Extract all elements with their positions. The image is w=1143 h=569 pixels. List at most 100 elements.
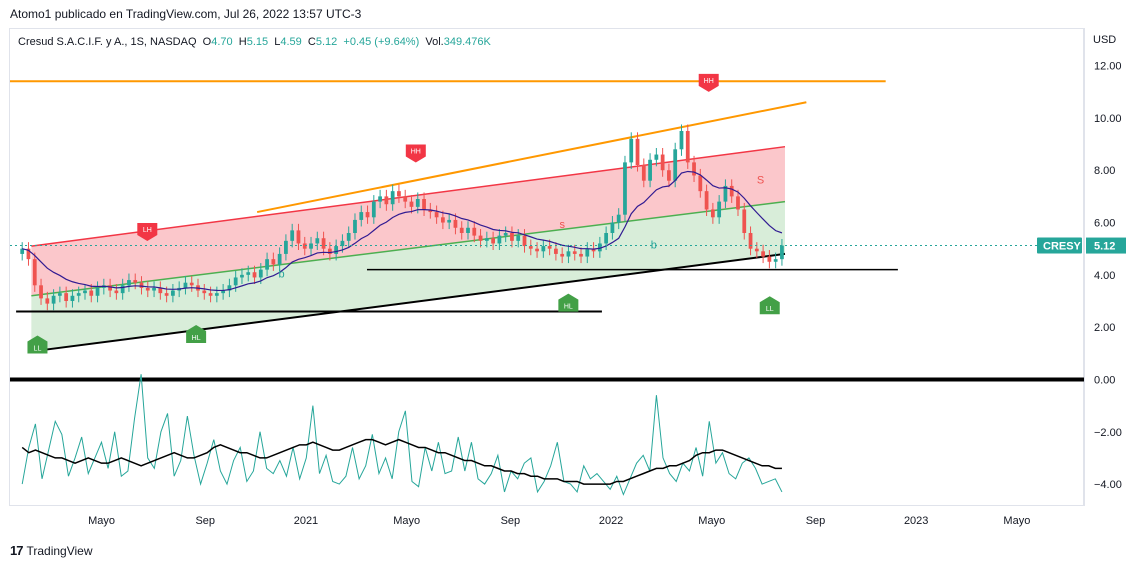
candle-body bbox=[453, 219, 458, 228]
candle-body bbox=[189, 282, 194, 286]
candle-body bbox=[541, 246, 546, 252]
structure-label: LL bbox=[766, 306, 774, 313]
candle-body bbox=[208, 293, 213, 296]
candle-body bbox=[57, 293, 62, 296]
candle-body bbox=[585, 248, 590, 257]
candle-body bbox=[403, 196, 408, 202]
candle-body bbox=[566, 251, 571, 257]
candle-body bbox=[484, 238, 489, 241]
candle-body bbox=[491, 238, 495, 244]
y-tick-label: −4.00 bbox=[1094, 479, 1122, 491]
candle-body bbox=[108, 285, 112, 291]
candle-body bbox=[45, 298, 50, 304]
candle-body bbox=[572, 251, 577, 254]
y-tick-label: 12.00 bbox=[1094, 61, 1122, 73]
candle-body bbox=[133, 280, 138, 283]
candle-body bbox=[415, 199, 420, 207]
oscillator-slow-line bbox=[21, 438, 782, 485]
y-tick-label: 10.00 bbox=[1094, 113, 1122, 125]
x-tick-label: Mayo bbox=[698, 515, 725, 527]
candle-body bbox=[503, 233, 508, 236]
candle-body bbox=[635, 138, 640, 165]
candle-body bbox=[114, 290, 119, 294]
candle-body bbox=[528, 246, 533, 249]
chart-canvas: LL LH HL HH HL HH LL b s b S 12.00 10.00 8.00 6.00 4.00… bbox=[10, 61, 1126, 527]
candle-body bbox=[667, 170, 671, 181]
candle-body bbox=[89, 290, 94, 296]
candle-body bbox=[152, 287, 156, 291]
candle-body bbox=[767, 256, 772, 262]
candle-body bbox=[472, 227, 477, 236]
candle-body bbox=[51, 295, 56, 304]
candle-body bbox=[32, 259, 37, 286]
footer-brand[interactable]: 17 TradingView bbox=[10, 543, 93, 558]
x-tick-label: Mayo bbox=[393, 515, 420, 527]
tradingview-logo-icon: 17 bbox=[10, 543, 24, 558]
x-tick-label: 2022 bbox=[599, 515, 623, 527]
candle-body bbox=[120, 285, 125, 294]
structure-label: HL bbox=[192, 335, 201, 342]
candle-body bbox=[710, 209, 715, 218]
candle-body bbox=[265, 259, 269, 270]
candle-body bbox=[321, 238, 326, 249]
y-tick-label: 2.00 bbox=[1094, 322, 1115, 334]
x-tick-label: Sep bbox=[806, 515, 826, 527]
candle-body bbox=[660, 154, 665, 171]
candle-body bbox=[698, 175, 703, 192]
candle-body bbox=[535, 248, 539, 252]
candle-body bbox=[365, 212, 370, 218]
candle-body bbox=[497, 235, 502, 244]
candle-body bbox=[510, 233, 514, 241]
candle-body bbox=[397, 191, 401, 197]
candle-body bbox=[240, 274, 244, 278]
candle-body bbox=[440, 217, 445, 223]
x-tick-label: Sep bbox=[195, 515, 215, 527]
candle-body bbox=[654, 154, 659, 160]
signal-label: b bbox=[651, 240, 657, 252]
candle-body bbox=[459, 227, 464, 233]
candle-body bbox=[547, 246, 552, 249]
oscillator-fast-line bbox=[21, 374, 783, 496]
candle-body bbox=[629, 138, 634, 163]
candle-body bbox=[579, 253, 583, 257]
candle-body bbox=[434, 212, 439, 218]
candle-body bbox=[704, 191, 709, 210]
candle-body bbox=[422, 199, 426, 210]
x-tick-label: Mayo bbox=[1003, 515, 1030, 527]
candle-body bbox=[604, 233, 609, 244]
candle-body bbox=[39, 285, 43, 299]
candle-body bbox=[554, 248, 558, 254]
candle-body bbox=[95, 287, 100, 296]
candle-body bbox=[692, 162, 696, 176]
candle-body bbox=[729, 185, 734, 197]
y-tick-label: 4.00 bbox=[1094, 270, 1115, 282]
candle-body bbox=[754, 248, 759, 252]
candle-body bbox=[353, 219, 357, 233]
y-tick-label: 8.00 bbox=[1094, 165, 1115, 177]
price-badge-value: 5.12 bbox=[1094, 241, 1115, 253]
candle-body bbox=[233, 277, 238, 286]
candle-body bbox=[139, 282, 144, 288]
candle-body bbox=[522, 235, 527, 247]
x-tick-label: 2023 bbox=[904, 515, 928, 527]
candle-body bbox=[76, 293, 81, 296]
candle-body bbox=[246, 272, 251, 275]
candle-body bbox=[409, 201, 414, 207]
candle-body bbox=[277, 253, 282, 265]
candle-body bbox=[478, 235, 483, 241]
signal-label: S bbox=[757, 174, 764, 186]
candle-body bbox=[334, 246, 339, 254]
candle-body bbox=[610, 222, 615, 233]
candle-body bbox=[284, 240, 288, 254]
y-tick-label: 0.00 bbox=[1094, 374, 1115, 386]
candle-body bbox=[359, 212, 364, 220]
candle-body bbox=[748, 233, 753, 249]
candle-body bbox=[673, 149, 678, 181]
candle-body bbox=[214, 293, 219, 296]
candle-body bbox=[742, 209, 747, 233]
x-tick-label: Sep bbox=[501, 515, 521, 527]
candle-body bbox=[64, 293, 69, 301]
candle-body bbox=[736, 196, 740, 210]
x-tick-label: 2021 bbox=[294, 515, 318, 527]
candle-body bbox=[761, 251, 765, 257]
